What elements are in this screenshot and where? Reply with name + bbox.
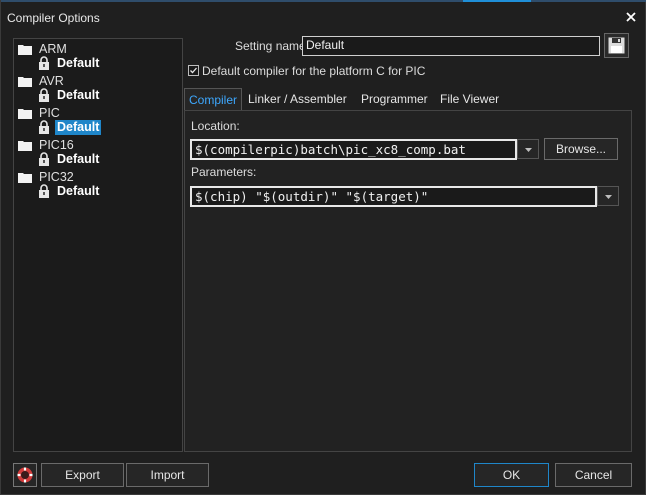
ok-button[interactable]: OK [474, 463, 549, 487]
default-compiler-label: Default compiler for the platform C for … [202, 64, 426, 78]
compiler-tree[interactable]: ARM Default AVR Default PIC Default PIC1… [13, 38, 183, 452]
tree-item-label: Default [57, 184, 100, 198]
tab-compiler[interactable]: Compiler [184, 88, 243, 110]
folder-icon [18, 140, 32, 151]
compiler-tab-panel [184, 110, 632, 452]
default-compiler-checkbox[interactable] [188, 65, 199, 76]
parameters-label: Parameters: [191, 165, 257, 179]
lock-icon [38, 184, 50, 198]
chevron-down-icon [518, 148, 538, 152]
parameters-input[interactable]: $(chip) "$(outdir)" "$(target)" [190, 186, 597, 207]
tab-linker-assembler[interactable]: Linker / Assembler [248, 88, 347, 110]
folder-icon [18, 44, 32, 55]
location-dropdown-button[interactable] [517, 139, 539, 159]
window-title: Compiler Options [7, 11, 100, 25]
tree-item-label: Default [57, 56, 100, 70]
lock-icon [38, 152, 50, 166]
floppy-disk-icon [605, 37, 628, 54]
tab-file-viewer[interactable]: File Viewer [440, 88, 499, 110]
tree-item-label: Default [57, 152, 100, 166]
browse-button[interactable]: Browse... [544, 138, 618, 160]
chevron-down-icon [598, 195, 618, 199]
tree-item-label: Default [57, 88, 100, 102]
lock-icon [38, 120, 50, 134]
tree-group-label: PIC32 [39, 170, 74, 184]
title-bar[interactable]: Compiler Options [1, 2, 646, 32]
save-button[interactable] [604, 33, 629, 58]
close-button[interactable] [623, 9, 639, 25]
tree-group-label: ARM [39, 42, 67, 56]
tree-item-label-selected: Default [55, 120, 102, 135]
tree-group-label: PIC [39, 106, 60, 120]
help-icon [14, 467, 36, 483]
cancel-button[interactable]: Cancel [555, 463, 632, 487]
folder-icon [18, 172, 32, 183]
lock-icon [38, 88, 50, 102]
folder-icon [18, 76, 32, 87]
location-input[interactable]: $(compilerpic)batch\pic_xc8_comp.bat [190, 139, 517, 160]
setting-name-label: Setting name: [235, 39, 310, 53]
lock-icon [38, 56, 50, 70]
help-button[interactable] [13, 463, 37, 487]
location-label: Location: [191, 119, 240, 133]
export-button[interactable]: Export [41, 463, 124, 487]
tab-strip: Compiler Linker / Assembler Programmer F… [184, 88, 632, 110]
folder-icon [18, 108, 32, 119]
close-icon [623, 9, 639, 25]
tree-group-label: PIC16 [39, 138, 74, 152]
tab-programmer[interactable]: Programmer [361, 88, 428, 110]
tree-group-label: AVR [39, 74, 64, 88]
compiler-options-dialog: Compiler Options ARM Default AVR Default… [0, 0, 646, 495]
parameters-dropdown-button[interactable] [597, 186, 619, 206]
setting-name-input[interactable]: Default [302, 36, 600, 56]
import-button[interactable]: Import [126, 463, 209, 487]
